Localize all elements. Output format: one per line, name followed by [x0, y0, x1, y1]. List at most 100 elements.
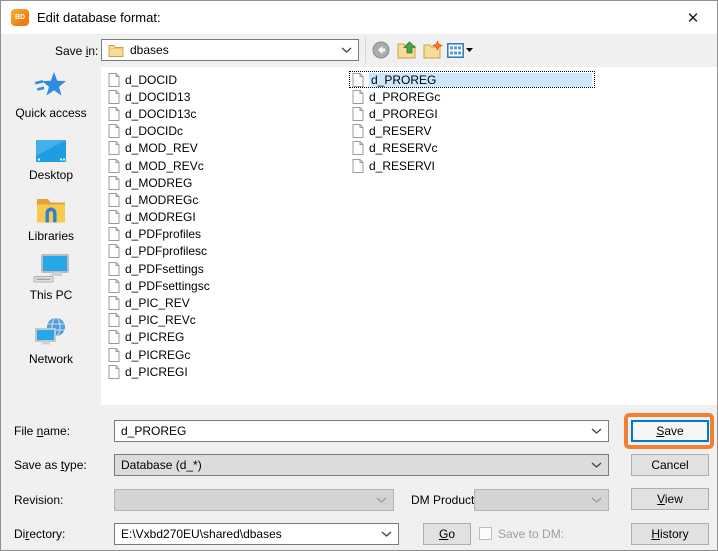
chevron-down-icon	[591, 497, 602, 503]
file-item[interactable]: d_PROREGI	[349, 105, 595, 122]
file-icon	[108, 176, 120, 190]
file-icon	[108, 262, 120, 276]
save-in-value: dbases	[130, 43, 335, 57]
file-item[interactable]: d_MOD_REVc	[105, 157, 213, 174]
file-icon	[108, 244, 120, 258]
new-folder-button[interactable]	[421, 39, 445, 61]
file-item[interactable]: d_PDFsettings	[105, 260, 213, 277]
file-icon	[108, 210, 120, 224]
file-item-selected[interactable]: d_PROREG	[349, 71, 595, 88]
network-globe-icon	[34, 317, 68, 347]
file-icon	[108, 193, 120, 207]
quick-access-star-icon	[34, 71, 68, 101]
file-item[interactable]: d_PDFsettingsc	[105, 277, 213, 294]
file-list-column-1: d_DOCID d_DOCID13 d_DOCID13c d_DOCIDc d_…	[105, 71, 213, 380]
file-item[interactable]: d_DOCID	[105, 71, 213, 88]
back-icon	[372, 41, 390, 59]
view-button[interactable]: View	[631, 488, 709, 510]
desktop-monitor-icon	[35, 139, 67, 163]
revision-label: Revision:	[14, 489, 63, 511]
chevron-down-icon	[376, 497, 387, 503]
save-as-type-combobox[interactable]: Database (d_*)	[114, 454, 609, 476]
folder-icon	[108, 44, 124, 57]
file-icon	[108, 296, 120, 310]
save-to-dm-checkbox	[479, 527, 492, 540]
save-button[interactable]: Save	[631, 420, 709, 442]
cancel-button[interactable]: Cancel	[631, 454, 709, 476]
this-pc-icon	[33, 254, 69, 283]
file-item[interactable]: d_MODREGc	[105, 191, 213, 208]
sidebar-item-label: Libraries	[28, 229, 74, 243]
file-item[interactable]: d_PIC_REV	[105, 294, 213, 311]
save-in-combobox[interactable]: dbases	[101, 39, 359, 61]
file-icon	[108, 348, 120, 362]
back-button[interactable]	[369, 39, 393, 61]
file-name-combobox[interactable]: d_PROREG	[114, 420, 609, 442]
file-list: d_DOCID d_DOCID13 d_DOCID13c d_DOCIDc d_…	[101, 67, 717, 405]
file-icon	[108, 365, 120, 379]
file-icon	[108, 330, 120, 344]
file-icon	[352, 141, 364, 155]
sidebar-item-desktop[interactable]: Desktop	[1, 139, 101, 182]
dm-product-combobox	[474, 489, 609, 511]
go-button[interactable]: Go	[423, 523, 471, 545]
sidebar-item-quick-access[interactable]: Quick access	[1, 71, 101, 120]
file-icon	[108, 141, 120, 155]
directory-label: Directory:	[14, 523, 65, 545]
close-icon[interactable]: ✕	[683, 8, 703, 28]
file-item[interactable]: d_MODREGI	[105, 209, 213, 226]
chevron-down-icon	[591, 462, 602, 468]
chevron-down-icon	[341, 47, 352, 53]
file-item[interactable]: d_PICREG	[105, 329, 213, 346]
chevron-down-icon	[591, 428, 602, 434]
history-button[interactable]: History	[631, 523, 709, 545]
save-as-type-value: Database (d_*)	[121, 458, 585, 472]
file-item[interactable]: d_RESERVI	[349, 157, 595, 174]
sidebar-item-this-pc[interactable]: This PC	[1, 254, 101, 302]
file-item[interactable]: d_PIC_REVc	[105, 312, 213, 329]
file-icon	[352, 159, 364, 173]
app-icon: BD	[11, 9, 29, 26]
file-item[interactable]: d_PICREGI	[105, 363, 213, 380]
file-item[interactable]: d_MOD_REV	[105, 140, 213, 157]
file-icon	[352, 107, 364, 121]
up-one-level-button[interactable]	[395, 39, 419, 61]
up-one-level-icon	[397, 41, 417, 59]
file-item[interactable]: d_DOCID13c	[105, 105, 213, 122]
file-icon	[108, 159, 120, 173]
file-item[interactable]: d_PROREGc	[349, 88, 595, 105]
sidebar-item-label: Desktop	[29, 168, 73, 182]
save-as-type-label: Save as type:	[14, 454, 87, 476]
new-folder-icon	[423, 41, 443, 59]
file-icon	[108, 124, 120, 138]
file-item[interactable]: d_PDFprofiles	[105, 226, 213, 243]
view-menu-button[interactable]	[445, 39, 475, 61]
file-item[interactable]: d_RESERV	[349, 123, 595, 140]
save-to-dm-label: Save to DM:	[498, 523, 564, 545]
file-icon	[108, 107, 120, 121]
file-icon	[108, 227, 120, 241]
file-icon	[352, 90, 364, 104]
edit-database-format-dialog: BD Edit database format: ✕ Save in: dbas…	[0, 0, 718, 551]
file-item[interactable]: d_DOCIDc	[105, 123, 213, 140]
dm-product-label: DM Product	[411, 489, 474, 511]
file-icon	[108, 73, 120, 87]
sidebar-item-network[interactable]: Network	[1, 317, 101, 366]
file-icon	[108, 313, 120, 327]
view-menu-icon	[447, 43, 464, 58]
file-item[interactable]: d_PDFprofilesc	[105, 243, 213, 260]
save-in-label: Save in:	[55, 40, 98, 62]
file-icon	[108, 90, 120, 104]
file-item[interactable]: d_PICREGc	[105, 346, 213, 363]
sidebar-item-label: Quick access	[15, 106, 86, 120]
file-item[interactable]: d_MODREG	[105, 174, 213, 191]
sidebar-item-label: Network	[29, 352, 73, 366]
directory-combobox[interactable]: E:\Vxbd270EU\shared\dbases	[114, 523, 399, 545]
file-name-value: d_PROREG	[121, 424, 585, 438]
file-item[interactable]: d_RESERVc	[349, 140, 595, 157]
libraries-folder-icon	[35, 197, 67, 224]
titlebar: BD Edit database format: ✕	[1, 1, 717, 34]
file-item[interactable]: d_DOCID13	[105, 88, 213, 105]
sidebar-item-libraries[interactable]: Libraries	[1, 197, 101, 243]
revision-combobox	[114, 489, 394, 511]
